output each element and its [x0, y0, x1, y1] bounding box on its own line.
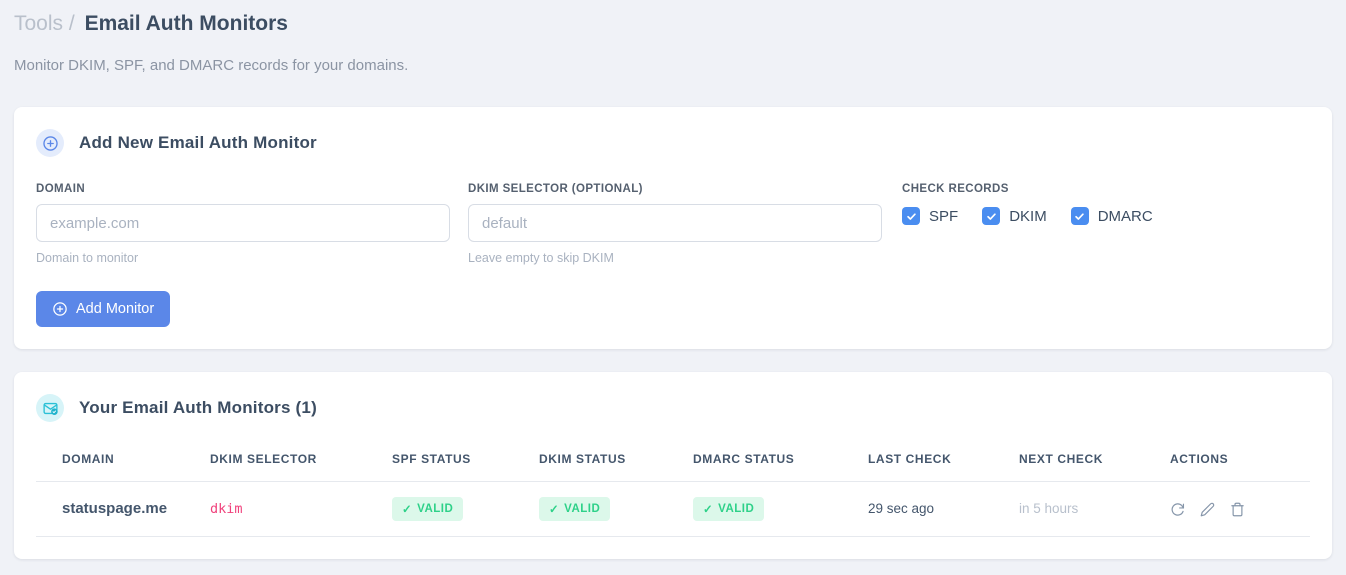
row-actions: [1170, 502, 1302, 517]
monitors-table: DOMAIN DKIM SELECTOR SPF STATUS DKIM STA…: [36, 438, 1310, 537]
col-header-domain: DOMAIN: [36, 438, 210, 482]
check-records-row: SPF DKIM DMARC: [902, 207, 1310, 225]
refresh-icon[interactable]: [1170, 502, 1185, 517]
dkim-selector-field-group: DKIM SELECTOR (OPTIONAL) Leave empty to …: [468, 183, 882, 265]
dmarc-status-text: VALID: [718, 503, 755, 515]
dkim-status-text: VALID: [564, 503, 601, 515]
page: Tools / Email Auth Monitors Monitor DKIM…: [0, 0, 1346, 559]
breadcrumb-parent[interactable]: Tools: [14, 12, 63, 35]
page-subtitle: Monitor DKIM, SPF, and DMARC records for…: [14, 57, 409, 74]
trash-icon[interactable]: [1230, 502, 1245, 517]
breadcrumb: Tools / Email Auth Monitors: [14, 0, 1332, 39]
dkim-selector-field-label: DKIM SELECTOR (OPTIONAL): [468, 183, 643, 195]
col-header-spf-status: SPF STATUS: [392, 438, 539, 482]
monitors-card-title: Your Email Auth Monitors (1): [79, 398, 317, 417]
add-monitor-button-label: Add Monitor: [76, 301, 155, 317]
add-monitor-card-title: Add New Email Auth Monitor: [79, 133, 317, 152]
domain-input[interactable]: [36, 204, 450, 242]
domain-field-label: DOMAIN: [36, 183, 86, 195]
checkbox-dkim-label: DKIM: [1009, 207, 1047, 225]
checkbox-spf[interactable]: SPF: [902, 207, 958, 225]
add-monitor-form: DOMAIN Domain to monitor DKIM SELECTOR (…: [36, 183, 1310, 265]
monitor-next-check: in 5 hours: [1019, 501, 1079, 516]
check-records-label: CHECK RECORDS: [902, 183, 1009, 195]
checkbox-checked-icon: [902, 207, 920, 225]
checkbox-dmarc-label: DMARC: [1097, 207, 1153, 225]
dkim-selector-field-hint: Leave empty to skip DKIM: [468, 251, 614, 265]
spf-status-badge: ✓ VALID: [392, 497, 464, 521]
check-records-group: CHECK RECORDS SPF DKIM DMARC: [900, 183, 1310, 265]
checkbox-spf-label: SPF: [929, 207, 959, 225]
check-glyph: ✓: [402, 504, 413, 516]
dkim-selector-input[interactable]: [468, 204, 882, 242]
edit-pencil-icon[interactable]: [1200, 502, 1215, 517]
checkbox-dkim[interactable]: DKIM: [982, 207, 1047, 225]
table-row: statuspage.me dkim ✓ VALID ✓ VALID ✓ VAL…: [36, 481, 1310, 537]
spf-status-text: VALID: [417, 503, 454, 515]
check-glyph: ✓: [703, 504, 714, 516]
add-monitor-button[interactable]: Add Monitor: [36, 291, 171, 327]
col-header-last-check: LAST CHECK: [868, 438, 1019, 482]
table-header-row: DOMAIN DKIM SELECTOR SPF STATUS DKIM STA…: [36, 438, 1310, 482]
col-header-dkim-status: DKIM STATUS: [539, 438, 693, 482]
envelope-check-icon: [36, 394, 64, 422]
checkbox-checked-icon: [982, 207, 1001, 225]
col-header-next-check: NEXT CHECK: [1019, 438, 1170, 482]
col-header-dkim-selector: DKIM SELECTOR: [210, 438, 392, 482]
domain-field-group: DOMAIN Domain to monitor: [36, 183, 450, 265]
plus-circle-icon: [36, 129, 64, 157]
monitor-dkim-selector: dkim: [210, 501, 243, 517]
add-monitor-card: Add New Email Auth Monitor DOMAIN Domain…: [14, 107, 1332, 349]
dmarc-status-badge: ✓ VALID: [693, 497, 765, 521]
dkim-status-badge: ✓ VALID: [539, 497, 611, 521]
domain-field-hint: Domain to monitor: [36, 251, 139, 265]
monitor-domain: statuspage.me: [62, 500, 168, 517]
monitors-card: Your Email Auth Monitors (1) DOMAIN DKIM…: [14, 372, 1332, 559]
breadcrumb-separator: /: [68, 12, 75, 35]
checkbox-checked-icon: [1070, 207, 1089, 225]
monitors-card-header: Your Email Auth Monitors (1): [36, 394, 1310, 422]
col-header-actions: ACTIONS: [1170, 438, 1310, 482]
plus-circle-icon: [52, 301, 68, 317]
add-monitor-card-header: Add New Email Auth Monitor: [36, 129, 1310, 157]
check-glyph: ✓: [549, 504, 560, 516]
monitor-last-check: 29 sec ago: [868, 501, 935, 516]
col-header-dmarc-status: DMARC STATUS: [693, 438, 868, 482]
checkbox-dmarc[interactable]: DMARC: [1070, 207, 1153, 225]
page-title: Email Auth Monitors: [84, 12, 288, 35]
